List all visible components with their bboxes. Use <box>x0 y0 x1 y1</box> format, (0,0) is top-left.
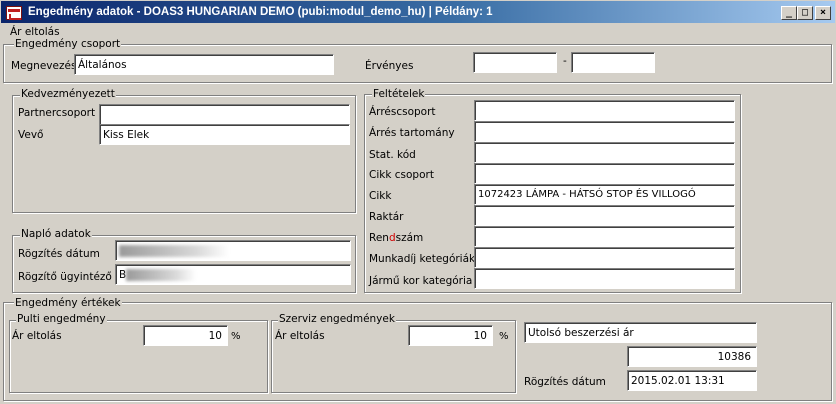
partnercsoport-input[interactable] <box>99 104 350 125</box>
rogzito-initial: B <box>119 269 127 281</box>
jarmu-kor-input[interactable] <box>474 268 735 289</box>
arres-tartomany-label: Árrés tartomány <box>369 127 455 139</box>
pulti-percent: % <box>231 331 241 342</box>
naplo-title: Napló adatok <box>20 228 92 240</box>
munkadij-input[interactable] <box>474 247 735 268</box>
rogzites-datum-input[interactable] <box>115 240 351 261</box>
cikk-input[interactable]: 1072423 LÁMPA - HÁTSÓ STOP ÉS VILLOGÓ <box>474 184 735 205</box>
kedvezmenyezett-title: Kedvezményezett <box>20 88 116 100</box>
pulti-title: Pulti engedmény <box>16 313 107 325</box>
vevo-label: Vevő <box>18 129 44 141</box>
ervenyes-label: Érvényes <box>365 60 414 72</box>
ervenyes-to-input[interactable] <box>571 52 655 73</box>
megnevezes-input[interactable]: Általános <box>74 54 334 75</box>
partnercsoport-label: Partnercsoport <box>18 107 96 119</box>
szerviz-percent: % <box>499 331 509 342</box>
ertekek-title: Engedmény értékek <box>14 297 122 309</box>
szerviz-ar-eltolas-input[interactable]: 10 <box>408 325 493 346</box>
csoport-title: Engedmény csoport <box>14 38 122 50</box>
cikk-csoport-label: Cikk csoport <box>369 169 434 181</box>
rogzito-label: Rögzítő ügyintéző <box>18 271 112 283</box>
close-button[interactable]: × <box>815 6 831 20</box>
raktar-label: Raktár <box>369 211 404 223</box>
rogzites-datum-label: Rögzítés dátum <box>18 248 100 260</box>
pulti-ar-eltolas-label: Ár eltolás <box>12 330 62 342</box>
megnevezes-label: Megnevezés <box>11 60 77 72</box>
title-bar[interactable]: Engedmény adatok - DOAS3 HUNGARIAN DEMO … <box>0 0 836 24</box>
beszerzesi-ar-value[interactable]: 10386 <box>627 346 757 367</box>
cikk-csoport-input[interactable] <box>474 163 735 184</box>
rogzites-datum-value[interactable]: 2015.02.01 13:31 <box>627 370 757 391</box>
redacted-name <box>126 269 197 281</box>
rogzites-datum-label-2: Rögzítés dátum <box>524 376 606 388</box>
ervenyes-dash: - <box>563 55 567 67</box>
window-title: Engedmény adatok - DOAS3 HUNGARIAN DEMO … <box>28 6 493 18</box>
app-icon <box>6 6 22 20</box>
rogzito-input[interactable]: B <box>115 264 351 285</box>
top-label: Ár eltolás <box>10 26 60 38</box>
arrescsoport-input[interactable] <box>474 100 735 121</box>
rendszam-input[interactable] <box>474 226 735 247</box>
stat-kod-label: Stat. kód <box>369 149 416 161</box>
arres-tartomany-input[interactable] <box>474 121 735 142</box>
raktar-input[interactable] <box>474 205 735 226</box>
ervenyes-from-input[interactable] <box>473 52 557 73</box>
minimize-button[interactable]: _ <box>781 6 797 20</box>
cikk-label: Cikk <box>369 190 392 202</box>
rendszam-label-pre: Ren <box>369 232 389 244</box>
maximize-button[interactable]: □ <box>797 6 813 20</box>
rendszam-label: Rendszám <box>369 231 423 245</box>
pulti-ar-eltolas-input[interactable]: 10 <box>143 325 228 346</box>
rendszam-label-post: szám <box>395 232 424 244</box>
szerviz-ar-eltolas-label: Ár eltolás <box>275 330 325 342</box>
szerviz-title: Szerviz engedmények <box>278 313 396 325</box>
redacted-date <box>119 245 229 257</box>
beszerzesi-ar-label-box: Utolsó beszerzési ár <box>524 322 757 343</box>
arrescsoport-label: Árréscsoport <box>369 106 436 118</box>
stat-kod-input[interactable] <box>474 142 735 163</box>
vevo-input[interactable]: Kiss Elek <box>99 124 350 145</box>
munkadij-label: Munkadíj ketegóriák <box>369 253 476 265</box>
jarmu-kor-label: Jármű kor kategória <box>369 275 473 287</box>
rendszam-label-hotkey: d <box>388 232 396 244</box>
feltetelek-title: Feltételek <box>372 88 426 100</box>
